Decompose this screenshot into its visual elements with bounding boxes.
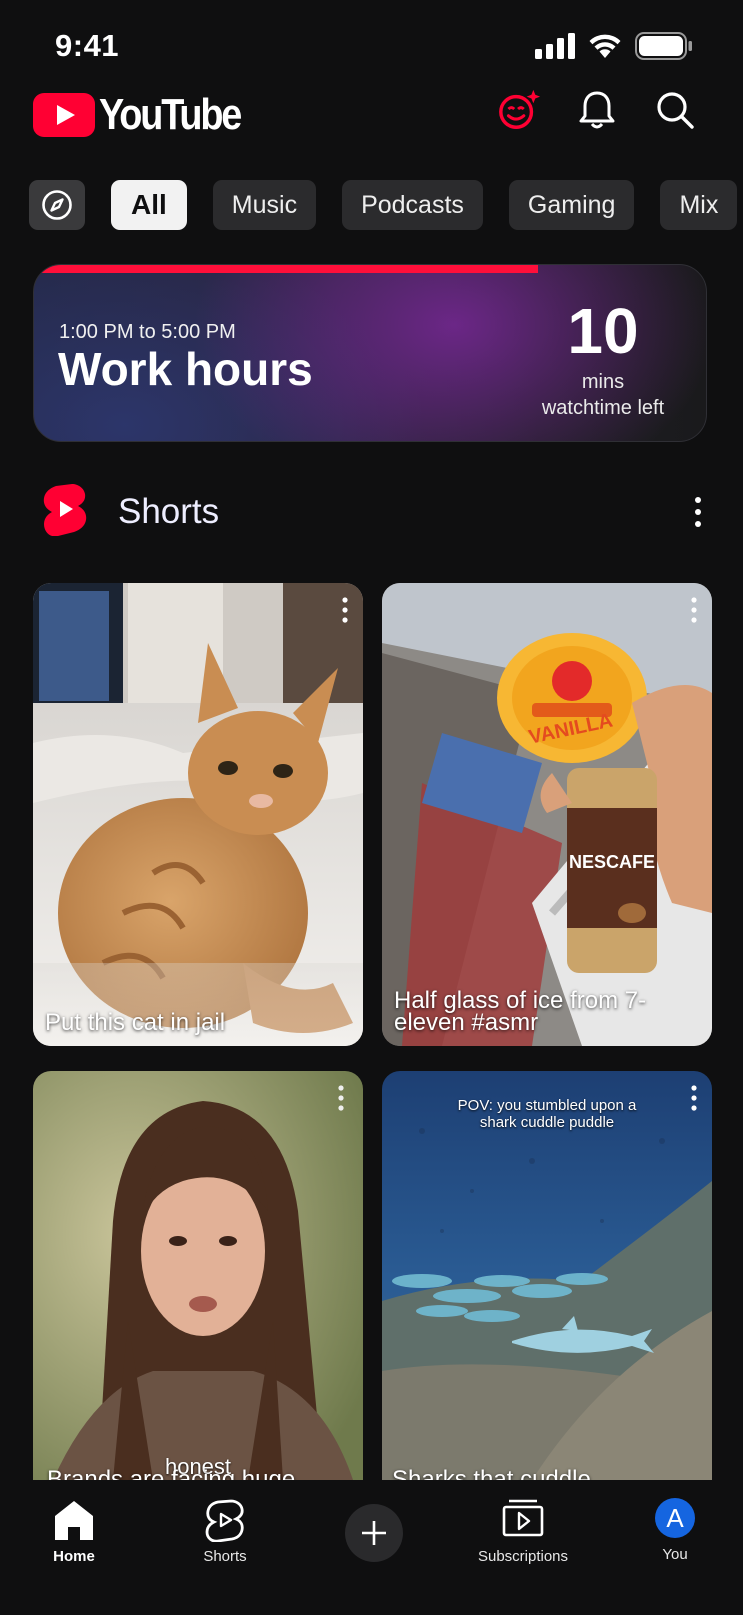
cellular-signal-icon bbox=[535, 33, 575, 59]
short-card-caption: Put this cat in jail bbox=[45, 1009, 226, 1036]
short-card-caption: Half glass of ice from 7-eleven #asmr bbox=[394, 987, 647, 1036]
youtube-play-logo-icon bbox=[33, 93, 95, 137]
search-button[interactable] bbox=[653, 88, 697, 132]
short-card-cat[interactable]: Put this cat in jail bbox=[33, 583, 363, 1046]
status-icons bbox=[535, 32, 693, 60]
shorts-section-header: Shorts bbox=[42, 480, 702, 540]
chip-all[interactable]: All bbox=[111, 180, 187, 230]
nav-home[interactable]: Home bbox=[14, 1498, 134, 1565]
shorts-section-title: Shorts bbox=[118, 492, 220, 531]
plus-icon bbox=[362, 1521, 386, 1545]
nav-home-label: Home bbox=[53, 1548, 95, 1565]
short-card-caption: Brands are facing huge bbox=[47, 1466, 296, 1481]
nav-you[interactable]: A You bbox=[615, 1498, 735, 1563]
wellbeing-icon bbox=[499, 89, 541, 129]
short-card-ice-cream[interactable]: VANILLA NESCAFE Half glass of ice from 7… bbox=[382, 583, 712, 1046]
watchtime-remaining-value: 10 bbox=[567, 295, 639, 367]
logo-text: YouTube bbox=[99, 90, 242, 139]
short-card-more-icon[interactable] bbox=[335, 1083, 347, 1113]
explore-chip[interactable] bbox=[29, 180, 85, 230]
filter-chips: All Music Podcasts Gaming Mix bbox=[29, 180, 738, 230]
search-icon bbox=[657, 92, 694, 129]
chip-gaming[interactable]: Gaming bbox=[508, 180, 635, 230]
short-card-caption: Sharks that cuddle bbox=[392, 1466, 591, 1481]
work-hours-title: Work hours bbox=[58, 343, 313, 395]
battery-icon bbox=[635, 32, 692, 60]
nav-shorts-label: Shorts bbox=[203, 1548, 247, 1565]
status-bar: 9:41 bbox=[0, 0, 743, 90]
watchtime-remaining: 10 mins watchtime left bbox=[533, 293, 673, 421]
short-card-more-icon[interactable] bbox=[688, 595, 700, 625]
vanilla-ice-cream-thumbnail: VANILLA NESCAFE bbox=[382, 583, 712, 1046]
woman-portrait-thumbnail bbox=[33, 1071, 363, 1480]
youtube-logo[interactable]: YouTube bbox=[33, 90, 263, 140]
nav-subscriptions[interactable]: Subscriptions bbox=[463, 1498, 583, 1565]
header-actions bbox=[497, 88, 697, 132]
home-icon bbox=[55, 1501, 93, 1540]
shark-reef-thumbnail bbox=[382, 1071, 712, 1480]
watchtime-progress-bar bbox=[34, 265, 538, 273]
status-time: 9:41 bbox=[55, 28, 120, 63]
work-hours-time-range: 1:00 PM to 5:00 PM bbox=[59, 321, 236, 343]
short-card-more-icon[interactable] bbox=[688, 1083, 700, 1113]
shorts-more-options-icon[interactable] bbox=[688, 492, 708, 532]
wifi-icon bbox=[589, 34, 621, 58]
shorts-logo-icon bbox=[43, 484, 87, 536]
bottom-navigation: Home Shorts Subscriptions A You bbox=[0, 1480, 743, 1615]
watchtime-remaining-unit: mins bbox=[581, 371, 625, 393]
short-card-overlay-text: POV: you stumbled upon a shark cuddle pu… bbox=[457, 1097, 637, 1131]
subscriptions-icon bbox=[502, 1499, 544, 1537]
chip-podcasts[interactable]: Podcasts bbox=[342, 180, 483, 230]
short-card-sharks[interactable]: POV: you stumbled upon a shark cuddle pu… bbox=[382, 1071, 712, 1480]
bell-icon bbox=[579, 91, 615, 129]
svg-text:NESCAFE: NESCAFE bbox=[569, 852, 655, 872]
short-card-more-icon[interactable] bbox=[339, 595, 351, 625]
avatar-icon: A bbox=[655, 1498, 695, 1538]
watchtime-remaining-label: watchtime left bbox=[541, 397, 665, 419]
notifications-button[interactable] bbox=[575, 88, 619, 132]
work-hours-banner[interactable]: 1:00 PM to 5:00 PM Work hours 10 mins wa… bbox=[33, 264, 707, 442]
nav-shorts[interactable]: Shorts bbox=[165, 1498, 285, 1565]
create-button[interactable] bbox=[345, 1504, 403, 1562]
app-header: YouTube bbox=[0, 84, 743, 160]
cat-thumbnail bbox=[33, 583, 363, 1046]
wellbeing-button[interactable] bbox=[497, 88, 541, 132]
nav-you-label: You bbox=[662, 1546, 688, 1563]
nav-subscriptions-label: Subscriptions bbox=[477, 1548, 569, 1565]
chip-music[interactable]: Music bbox=[212, 180, 317, 230]
short-card-woman[interactable]: honest Brands are facing huge bbox=[33, 1071, 363, 1480]
chip-mix[interactable]: Mix bbox=[660, 180, 738, 230]
shorts-icon bbox=[205, 1499, 244, 1542]
compass-icon bbox=[42, 190, 72, 220]
